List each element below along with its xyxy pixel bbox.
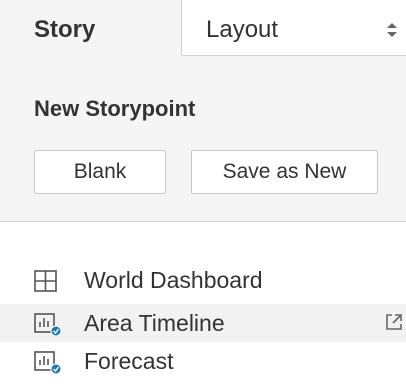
save-as-new-button[interactable]: Save as New	[191, 150, 378, 194]
worksheet-chart-icon	[34, 351, 62, 374]
tab-story[interactable]: Story	[0, 0, 181, 56]
sort-arrows-icon[interactable]	[386, 20, 398, 40]
divider	[0, 221, 406, 222]
worksheet-chart-icon	[34, 313, 62, 336]
blank-button[interactable]: Blank	[34, 150, 166, 194]
new-storypoint-panel	[0, 56, 406, 222]
open-external-icon[interactable]	[384, 312, 404, 332]
tab-story-label: Story	[34, 16, 96, 43]
list-item-area-timeline[interactable]: Area Timeline	[0, 304, 406, 342]
list-item-world-dashboard[interactable]: World Dashboard	[0, 261, 406, 299]
new-storypoint-title: New Storypoint	[34, 96, 196, 121]
list-item-label: World Dashboard	[84, 267, 263, 293]
tab-layout-label: Layout	[206, 16, 279, 43]
dashboard-grid-icon	[34, 270, 57, 292]
list-item-label: Area Timeline	[84, 310, 225, 336]
tab-layout[interactable]: Layout	[181, 0, 406, 56]
story-pane: Story Layout New Storypoint Blank Save a…	[0, 0, 406, 390]
list-item-forecast[interactable]: Forecast	[0, 342, 406, 380]
list-item-label: Forecast	[84, 348, 174, 374]
